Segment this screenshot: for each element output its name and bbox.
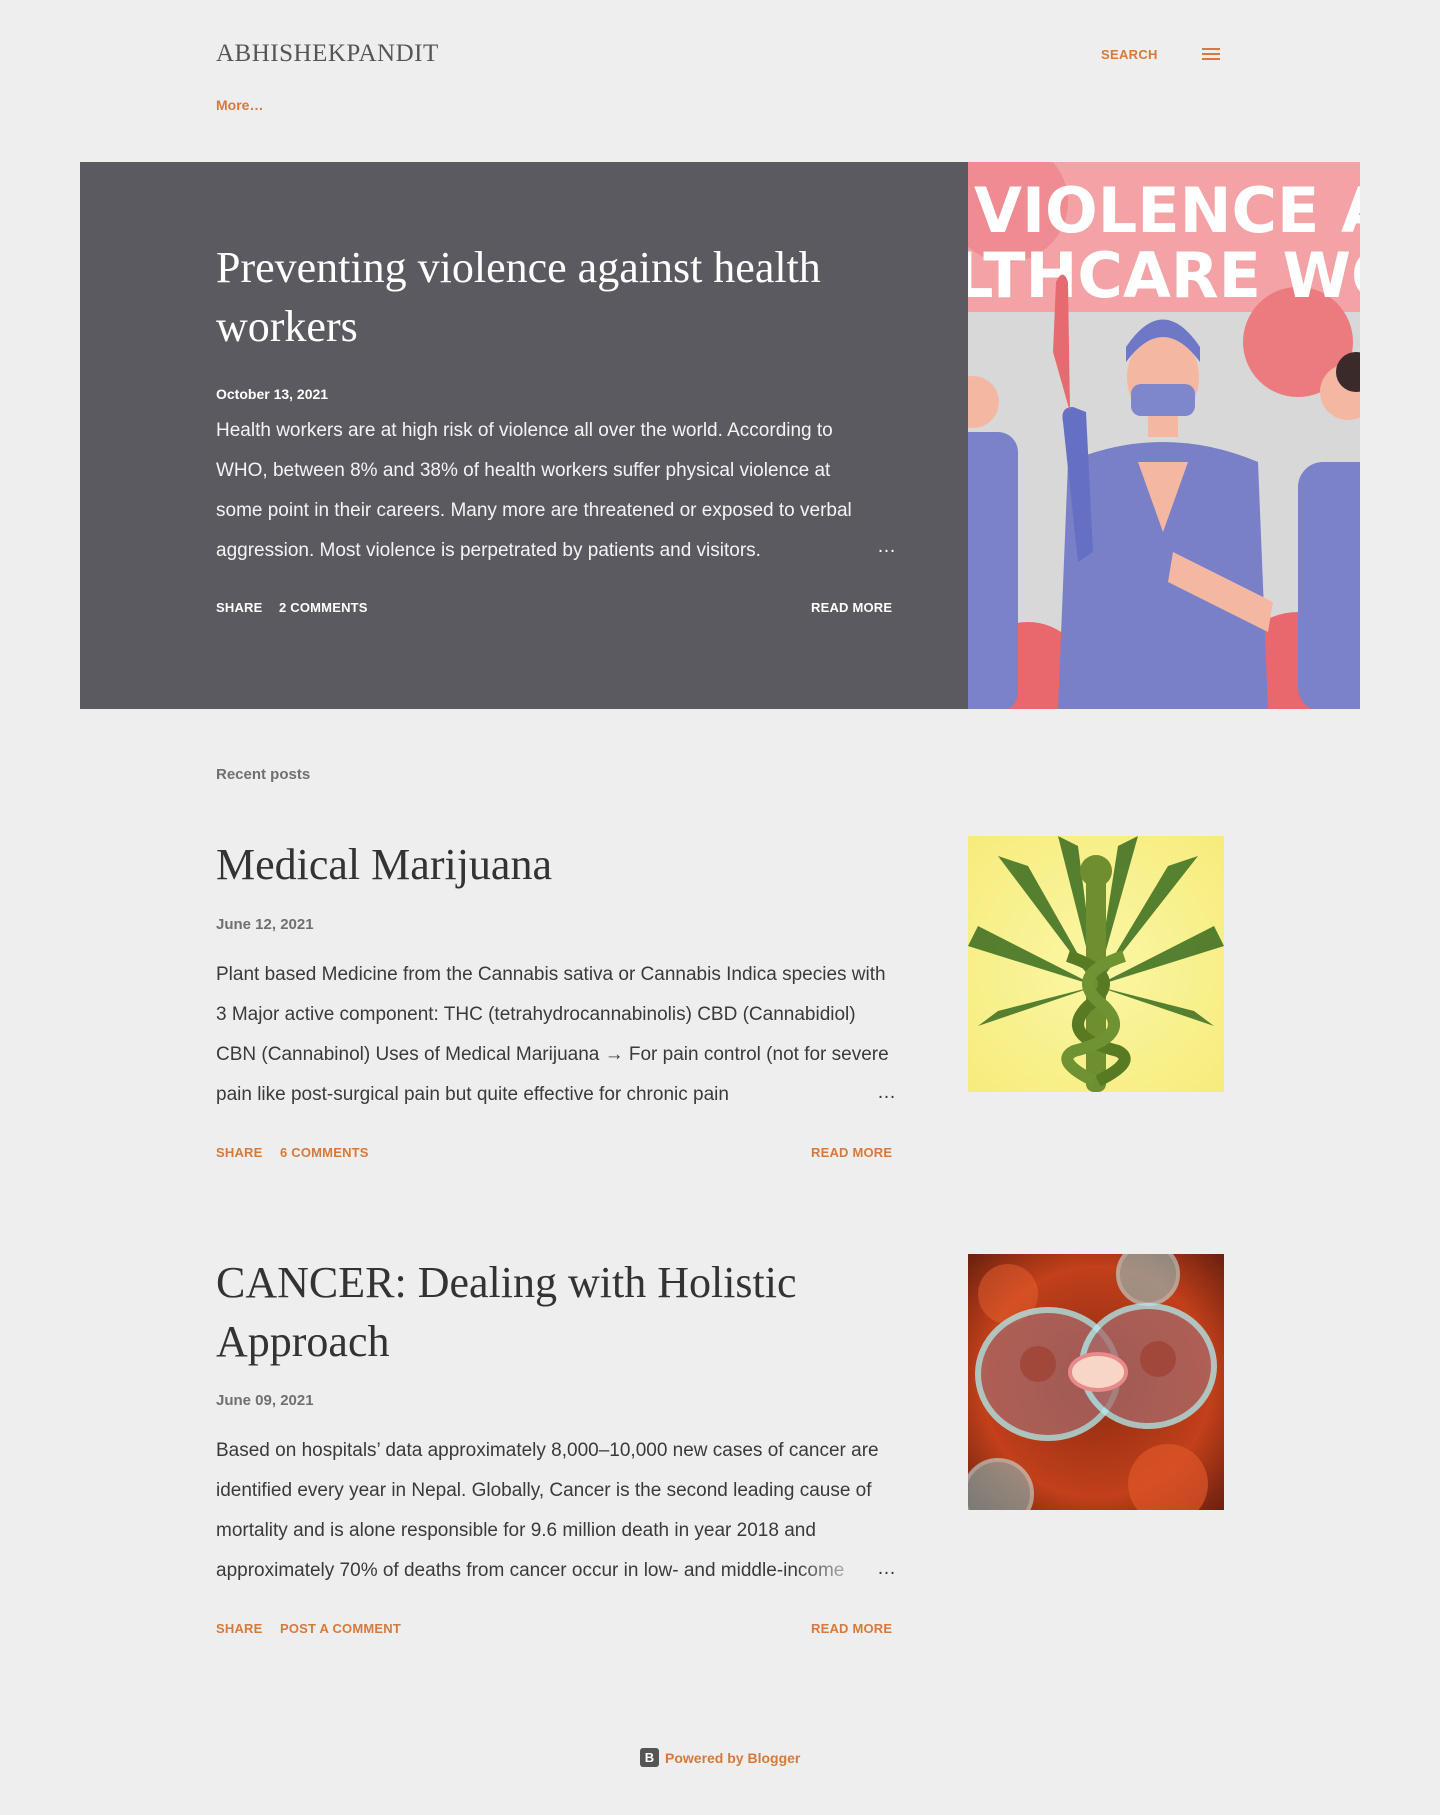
post-title[interactable]: Medical Marijuana	[216, 835, 836, 894]
post-date[interactable]: June 12, 2021	[216, 916, 314, 933]
share-button[interactable]: SHARE	[216, 1145, 263, 1160]
share-button[interactable]: SHARE	[216, 1621, 263, 1636]
read-more-link[interactable]: READ MORE	[811, 600, 892, 615]
comments-link[interactable]: POST A COMMENT	[280, 1621, 401, 1636]
post-snippet: Plant based Medicine from the Cannabis s…	[216, 964, 889, 1105]
image-text-line-1: VIOLENCE AGA	[974, 174, 1360, 247]
read-more-link[interactable]: READ MORE	[811, 1621, 892, 1636]
featured-post-snippet: Health workers are at high risk of viole…	[216, 420, 852, 561]
powered-by-label: Powered by Blogger	[665, 1749, 801, 1766]
post-title[interactable]: CANCER: Dealing with Holistic Approach	[216, 1253, 836, 1371]
recent-posts-heading: Recent posts	[216, 766, 311, 783]
post-snippet: Based on hospitals’ data approximately 8…	[216, 1440, 879, 1581]
hamburger-menu-icon[interactable]	[1202, 48, 1220, 61]
comments-link[interactable]: 2 COMMENTS	[279, 600, 368, 615]
snippet-ellipsis: …	[877, 1558, 896, 1579]
site-title[interactable]: ABHISHEKPANDIT	[216, 40, 439, 68]
featured-post-title[interactable]: Preventing violence against health worke…	[216, 238, 836, 356]
post-thumbnail[interactable]	[968, 1254, 1224, 1510]
snippet-fade	[796, 531, 872, 571]
search-button[interactable]: SEARCH	[1101, 47, 1158, 62]
post-thumbnail[interactable]	[968, 836, 1224, 1092]
featured-post-date[interactable]: October 13, 2021	[216, 386, 328, 402]
snippet-fade	[796, 1551, 872, 1591]
featured-post: Preventing violence against health worke…	[80, 162, 1360, 709]
snippet-fade	[796, 1075, 872, 1115]
share-button[interactable]: SHARE	[216, 600, 263, 615]
image-text-line-2: LTHCARE WOR	[968, 239, 1360, 312]
snippet-ellipsis: …	[877, 536, 896, 557]
post-date[interactable]: June 09, 2021	[216, 1392, 314, 1409]
comments-link[interactable]: 6 COMMENTS	[280, 1145, 369, 1160]
featured-post-image[interactable]: VIOLENCE AGA LTHCARE WOR	[968, 162, 1360, 709]
read-more-link[interactable]: READ MORE	[811, 1145, 892, 1160]
powered-by-blogger-link[interactable]: B Powered by Blogger	[640, 1748, 800, 1767]
snippet-ellipsis: …	[877, 1082, 896, 1103]
blogger-icon: B	[640, 1748, 659, 1767]
more-link[interactable]: More…	[216, 97, 263, 113]
